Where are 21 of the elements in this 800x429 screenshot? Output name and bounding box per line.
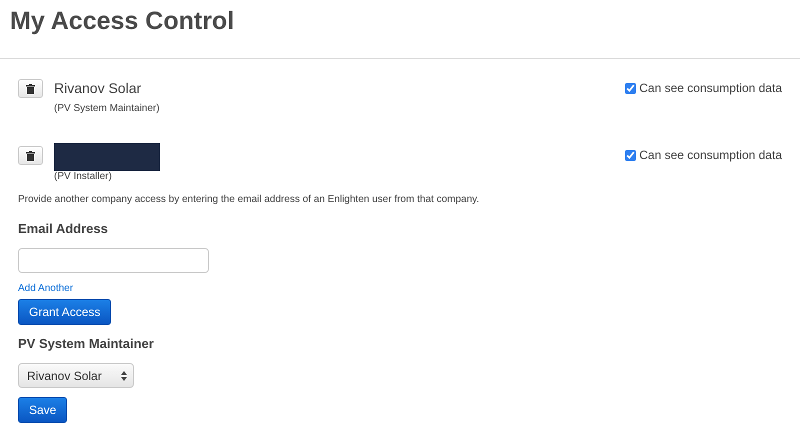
grant-access-button[interactable]: Grant Access <box>18 298 112 324</box>
trash-icon <box>26 150 35 160</box>
delete-button[interactable] <box>18 79 43 98</box>
instructions-text: Provide another company access by entering the email address of an Enlighten user from that company. <box>18 193 480 207</box>
checkbox-label: Can see consumption data <box>639 80 782 97</box>
delete-button[interactable] <box>18 146 43 165</box>
updown-caret-icon <box>121 370 127 380</box>
maintainer-select[interactable]: Rivanov Solar <box>18 363 134 388</box>
add-another-link[interactable]: Add Another <box>18 280 74 296</box>
trash-icon <box>26 84 35 94</box>
field-label: Email Address <box>18 220 109 238</box>
company-role: (PV Installer) <box>54 170 113 184</box>
field-label: PV System Maintainer <box>18 334 155 353</box>
consumption-checkbox[interactable] <box>625 82 636 94</box>
checkbox-label: Can see consumption data <box>639 147 782 164</box>
page-title: My Access Control <box>9 6 236 37</box>
company-name: Rivanov Solar <box>54 79 142 97</box>
save-button[interactable]: Save <box>18 397 68 423</box>
email-field[interactable] <box>18 248 209 272</box>
consumption-checkbox[interactable] <box>625 150 636 160</box>
company-role: (PV System Maintainer) <box>54 102 161 116</box>
